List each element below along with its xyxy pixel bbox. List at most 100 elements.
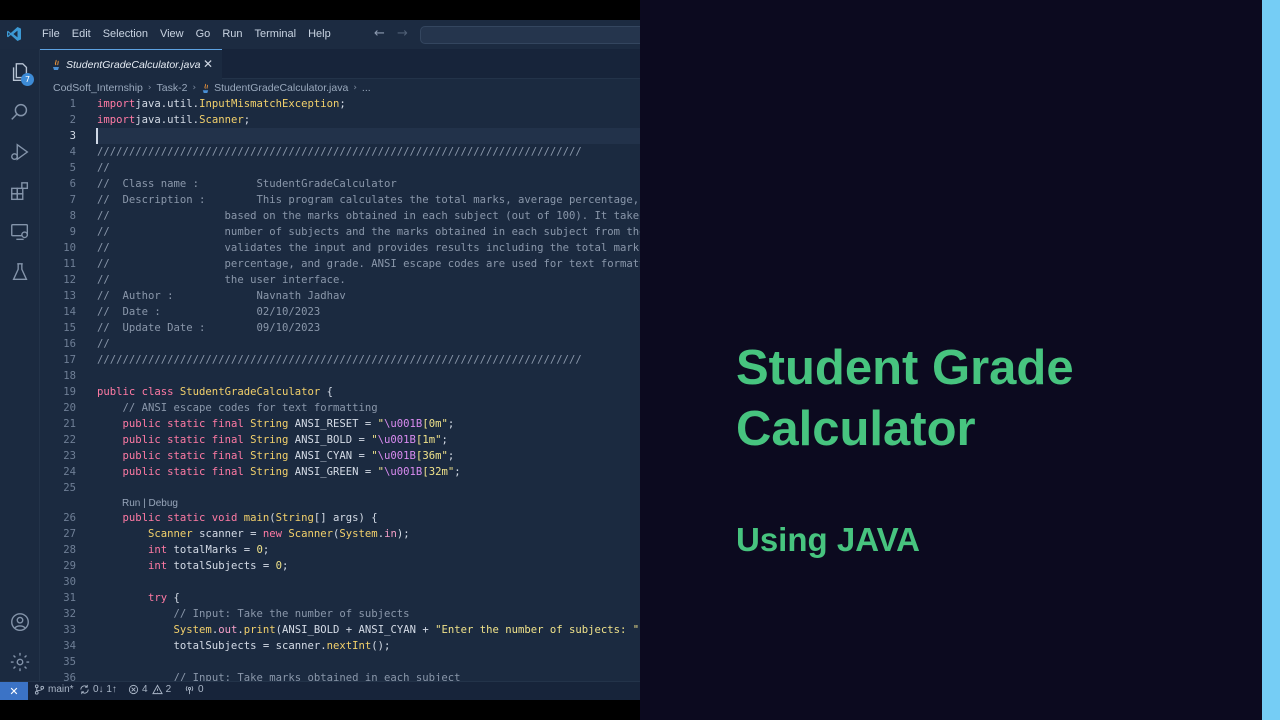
- menu-selection[interactable]: Selection: [97, 20, 154, 49]
- branch-name: main*: [48, 684, 74, 695]
- code-line: // number of subjects and the marks obta…: [97, 226, 640, 238]
- menu-edit[interactable]: Edit: [66, 20, 97, 49]
- code-line: ////////////////////////////////////////…: [97, 354, 582, 366]
- code-line: importjava.util.InputMismatchException;: [97, 98, 346, 110]
- command-center-search[interactable]: [420, 26, 640, 44]
- branch-status[interactable]: main*: [34, 684, 74, 695]
- code-line: // the user interface.: [97, 274, 346, 286]
- accent-stripe: [1262, 0, 1280, 720]
- back-arrow-icon[interactable]: ←: [374, 26, 385, 41]
- search-icon[interactable]: [8, 100, 32, 124]
- line-number: 18: [63, 370, 76, 382]
- warning-count: 2: [165, 684, 172, 695]
- code-line: int totalMarks = 0;: [148, 544, 270, 556]
- menu-help[interactable]: Help: [302, 20, 337, 49]
- breadcrumb-item[interactable]: ...: [362, 82, 371, 94]
- forward-arrow-icon[interactable]: →: [397, 26, 408, 41]
- explorer-icon[interactable]: 7: [8, 60, 34, 86]
- line-number: 8: [69, 210, 76, 222]
- line-number: 9: [69, 226, 76, 238]
- promo-subtitle: Using JAVA: [736, 521, 920, 558]
- line-number: 20: [63, 402, 76, 414]
- code-line: System.out.print(ANSI_BOLD + ANSI_CYAN +…: [173, 624, 640, 636]
- code-editor-window: File Edit Selection View Go Run Terminal…: [0, 20, 640, 700]
- code-line: // Update Date : 09/10/2023: [97, 322, 321, 334]
- problems-status[interactable]: 4 2: [128, 684, 171, 695]
- code-line: // Input: Take the number of subjects: [173, 608, 410, 620]
- menu-view[interactable]: View: [154, 20, 190, 49]
- sync-status[interactable]: 0↓ 1↑: [79, 684, 117, 695]
- ports-status[interactable]: 0: [184, 684, 204, 695]
- line-number: 36: [63, 672, 76, 681]
- vscode-logo-icon: [7, 27, 21, 41]
- account-icon[interactable]: [8, 610, 32, 634]
- line-number: 27: [63, 528, 76, 540]
- line-number: 21: [63, 418, 76, 430]
- menu-run[interactable]: Run: [216, 20, 248, 49]
- chevron-right-icon: ›: [147, 83, 152, 93]
- settings-gear-icon[interactable]: [8, 650, 32, 674]
- java-file-icon: [202, 83, 209, 93]
- error-count: 4: [142, 684, 148, 695]
- line-number: 15: [63, 322, 76, 334]
- broadcast-icon: [185, 685, 194, 695]
- line-number: 22: [63, 434, 76, 446]
- tab-student-grade-calculator[interactable]: StudentGradeCalculator.java ✕: [40, 49, 222, 79]
- chevron-right-icon: ›: [353, 83, 357, 93]
- activity-bar: 7: [0, 49, 40, 681]
- testing-flask-icon[interactable]: [8, 260, 32, 284]
- run-debug-codelens[interactable]: Run | Debug: [122, 497, 178, 511]
- code-line: //: [97, 338, 110, 350]
- line-number: 32: [63, 608, 76, 620]
- remote-explorer-icon[interactable]: [8, 220, 32, 244]
- line-number: 6: [69, 178, 76, 190]
- tab-label: StudentGradeCalculator.java: [66, 58, 201, 71]
- menu-file[interactable]: File: [36, 20, 66, 49]
- line-number: 10: [63, 242, 76, 254]
- code-line: importjava.util.Scanner;: [97, 114, 251, 126]
- code-line: public static final String ANSI_CYAN = "…: [122, 450, 455, 462]
- code-line: // Date : 02/10/2023: [97, 306, 321, 318]
- warning-icon: [151, 684, 163, 695]
- extensions-icon[interactable]: [8, 180, 32, 204]
- code-line: //: [97, 162, 110, 174]
- line-number: 14: [63, 306, 76, 318]
- menu-terminal[interactable]: Terminal: [249, 20, 303, 49]
- code-line: // ANSI escape codes for text formatting: [122, 402, 378, 414]
- menu-go[interactable]: Go: [190, 20, 217, 49]
- remote-indicator-icon[interactable]: ✕: [0, 682, 28, 700]
- line-number: 12: [63, 274, 76, 286]
- run-debug-icon[interactable]: [8, 140, 32, 164]
- line-number: 24: [63, 466, 76, 478]
- code-line: try {: [148, 592, 180, 604]
- line-number: 7: [69, 194, 76, 206]
- code-area[interactable]: 1 importjava.util.InputMismatchException;…: [40, 96, 640, 681]
- line-number: 28: [63, 544, 76, 556]
- line-number: 25: [63, 482, 76, 494]
- line-number: 29: [63, 560, 76, 572]
- code-line: int totalSubjects = 0;: [148, 560, 289, 572]
- breadcrumb-item[interactable]: StudentGradeCalculator.java: [214, 82, 348, 94]
- sync-counts: 0↓ 1↑: [93, 684, 117, 695]
- line-number: 31: [63, 592, 76, 604]
- close-icon[interactable]: ✕: [203, 57, 213, 71]
- code-line: ////////////////////////////////////////…: [97, 146, 582, 158]
- line-number: 35: [63, 656, 76, 668]
- title-panel: Student Grade Calculator Using JAVA: [640, 0, 1262, 720]
- line-number: 34: [63, 640, 76, 652]
- breadcrumb-item[interactable]: CodSoft_Internship: [53, 82, 143, 94]
- title-bar: File Edit Selection View Go Run Terminal…: [0, 20, 640, 49]
- breadcrumb-item[interactable]: Task-2: [157, 82, 188, 94]
- code-line: public static final String ANSI_GREEN = …: [122, 466, 461, 478]
- line-number: 13: [63, 290, 76, 302]
- line-number: 23: [63, 450, 76, 462]
- line-number: 1: [69, 98, 76, 110]
- line-number: 16: [63, 338, 76, 350]
- menu-bar: File Edit Selection View Go Run Terminal…: [36, 20, 337, 49]
- code-line: // Description : This program calculates…: [97, 194, 640, 206]
- line-number: 4: [69, 146, 76, 158]
- java-file-icon: [53, 59, 59, 70]
- code-line: totalSubjects = scanner.nextInt();: [97, 640, 391, 652]
- line-number: 3: [69, 130, 76, 142]
- code-line: public static final String ANSI_BOLD = "…: [122, 434, 448, 446]
